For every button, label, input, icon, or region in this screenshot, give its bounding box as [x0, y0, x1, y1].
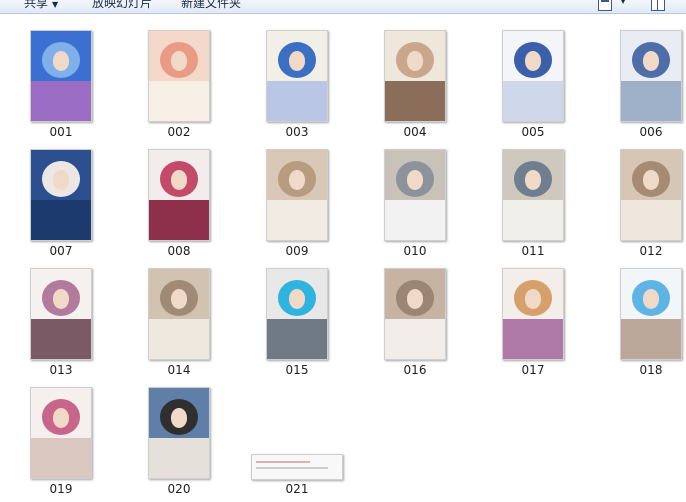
file-item[interactable]: 017 [478, 268, 588, 383]
file-item[interactable]: 002 [124, 30, 234, 145]
file-name: 017 [521, 363, 545, 377]
file-item[interactable]: 007 [6, 149, 116, 264]
file-name: 008 [167, 244, 191, 258]
file-item[interactable]: 004 [360, 30, 470, 145]
file-thumbnail[interactable] [251, 454, 343, 480]
file-item[interactable]: 015 [242, 268, 352, 383]
file-item[interactable]: 001 [6, 30, 116, 145]
file-name: 005 [521, 125, 545, 139]
file-thumbnail[interactable] [30, 268, 92, 360]
file-item[interactable]: 016 [360, 268, 470, 383]
file-thumbnail[interactable] [30, 30, 92, 122]
file-name: 003 [285, 125, 309, 139]
file-thumbnail[interactable] [266, 149, 328, 241]
file-thumbnail[interactable] [502, 268, 564, 360]
file-name: 004 [403, 125, 427, 139]
file-name: 013 [49, 363, 73, 377]
file-item[interactable]: 011 [478, 149, 588, 264]
file-thumbnail[interactable] [384, 149, 446, 241]
file-item[interactable]: 019 [6, 387, 116, 502]
file-name: 007 [49, 244, 73, 258]
file-item[interactable]: 009 [242, 149, 352, 264]
file-name: 011 [521, 244, 545, 258]
file-thumbnail[interactable] [502, 149, 564, 241]
file-name: 009 [285, 244, 309, 258]
file-name: 019 [49, 482, 73, 496]
file-thumbnail[interactable] [30, 149, 92, 241]
file-name: 018 [639, 363, 663, 377]
file-name: 015 [285, 363, 309, 377]
file-item[interactable]: 020 [124, 387, 234, 502]
file-thumbnail[interactable] [620, 30, 682, 122]
file-thumbnail[interactable] [266, 268, 328, 360]
file-thumbnail[interactable] [502, 30, 564, 122]
file-item[interactable]: 008 [124, 149, 234, 264]
file-item[interactable]: 003 [242, 30, 352, 145]
file-item[interactable]: 014 [124, 268, 234, 383]
file-item[interactable]: 013 [6, 268, 116, 383]
file-name: 021 [285, 482, 309, 496]
file-thumbnail[interactable] [148, 30, 210, 122]
file-item[interactable]: 021 [242, 387, 352, 502]
file-item[interactable]: 018 [596, 268, 686, 383]
file-thumbnail[interactable] [384, 268, 446, 360]
file-name: 006 [639, 125, 663, 139]
file-name: 010 [403, 244, 427, 258]
file-grid: 001 002 003 004 005 006 007 008 009 010 011 012 013 0… [0, 0, 686, 496]
file-name: 012 [639, 244, 663, 258]
file-name: 020 [167, 482, 191, 496]
file-thumbnail[interactable] [620, 149, 682, 241]
file-item[interactable]: 005 [478, 30, 588, 145]
file-thumbnail[interactable] [266, 30, 328, 122]
file-thumbnail[interactable] [384, 30, 446, 122]
file-item[interactable]: 010 [360, 149, 470, 264]
file-item[interactable]: 006 [596, 30, 686, 145]
file-name: 016 [403, 363, 427, 377]
file-name: 014 [167, 363, 191, 377]
file-name: 001 [49, 125, 73, 139]
file-thumbnail[interactable] [620, 268, 682, 360]
file-thumbnail[interactable] [30, 387, 92, 479]
file-item[interactable]: 012 [596, 149, 686, 264]
file-thumbnail[interactable] [148, 387, 210, 479]
file-thumbnail[interactable] [148, 149, 210, 241]
file-thumbnail[interactable] [148, 268, 210, 360]
file-name: 002 [167, 125, 191, 139]
